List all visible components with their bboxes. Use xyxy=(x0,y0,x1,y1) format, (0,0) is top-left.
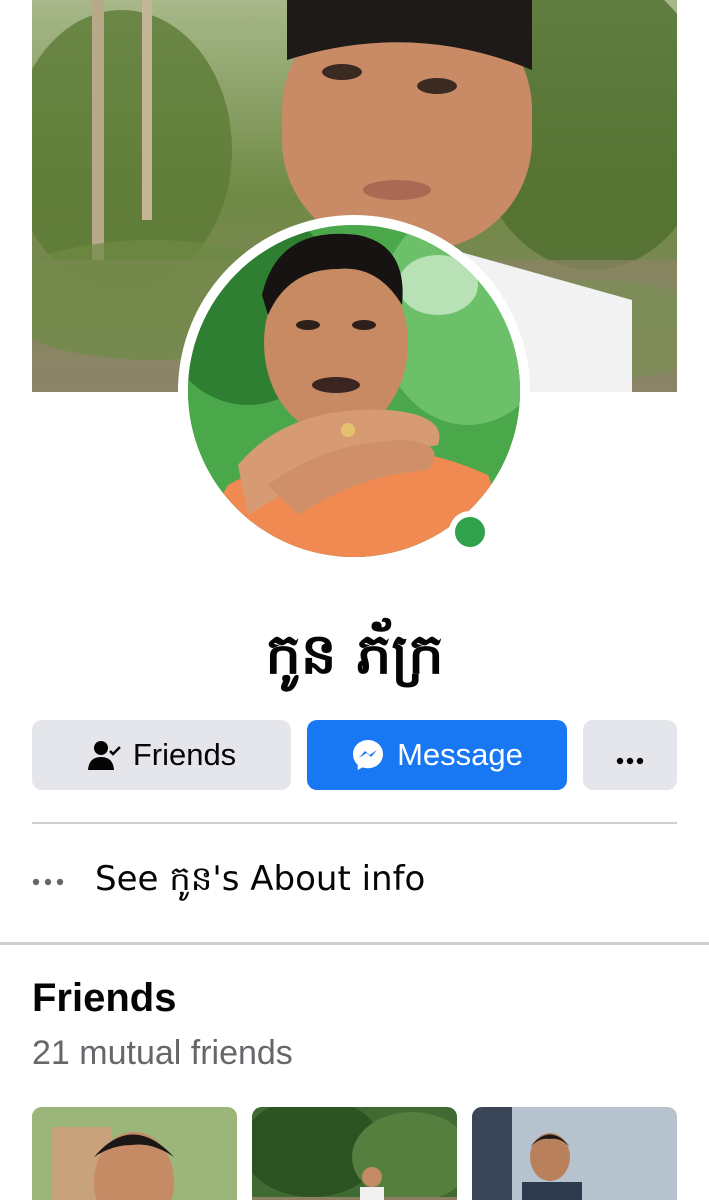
profile-name: កូន ភ័ក្រ xyxy=(265,622,444,687)
friend-photo xyxy=(32,1107,237,1200)
friends-button[interactable]: Friends xyxy=(32,720,291,790)
friend-thumbnail[interactable] xyxy=(32,1107,237,1200)
messenger-icon xyxy=(351,738,385,772)
friends-button-label: Friends xyxy=(132,737,237,772)
profile-page: កូន ភ័ក្រ Friends Message See កូន's Abou… xyxy=(0,0,709,1200)
avatar-image xyxy=(188,225,520,557)
section-separator xyxy=(0,942,709,945)
message-button-label: Message xyxy=(397,737,523,772)
friend-thumbnail[interactable] xyxy=(252,1107,457,1200)
friend-photo xyxy=(472,1107,677,1200)
see-about-info-row[interactable]: See កូន's About info xyxy=(32,850,677,914)
friend-thumbnail[interactable] xyxy=(472,1107,677,1200)
message-button[interactable]: Message xyxy=(307,720,567,790)
friend-photo xyxy=(252,1107,457,1200)
profile-avatar[interactable] xyxy=(188,225,520,557)
friends-section-title: Friends xyxy=(32,976,177,1020)
more-dots-icon xyxy=(32,878,70,886)
friend-check-icon xyxy=(87,739,121,771)
online-status-indicator xyxy=(449,511,491,553)
more-dots-icon xyxy=(616,737,644,773)
see-about-info-label: See កូន's About info xyxy=(95,859,426,899)
mutual-friends-count[interactable]: 21 mutual friends xyxy=(32,1034,293,1073)
more-options-button[interactable] xyxy=(583,720,677,790)
section-divider xyxy=(32,822,677,824)
